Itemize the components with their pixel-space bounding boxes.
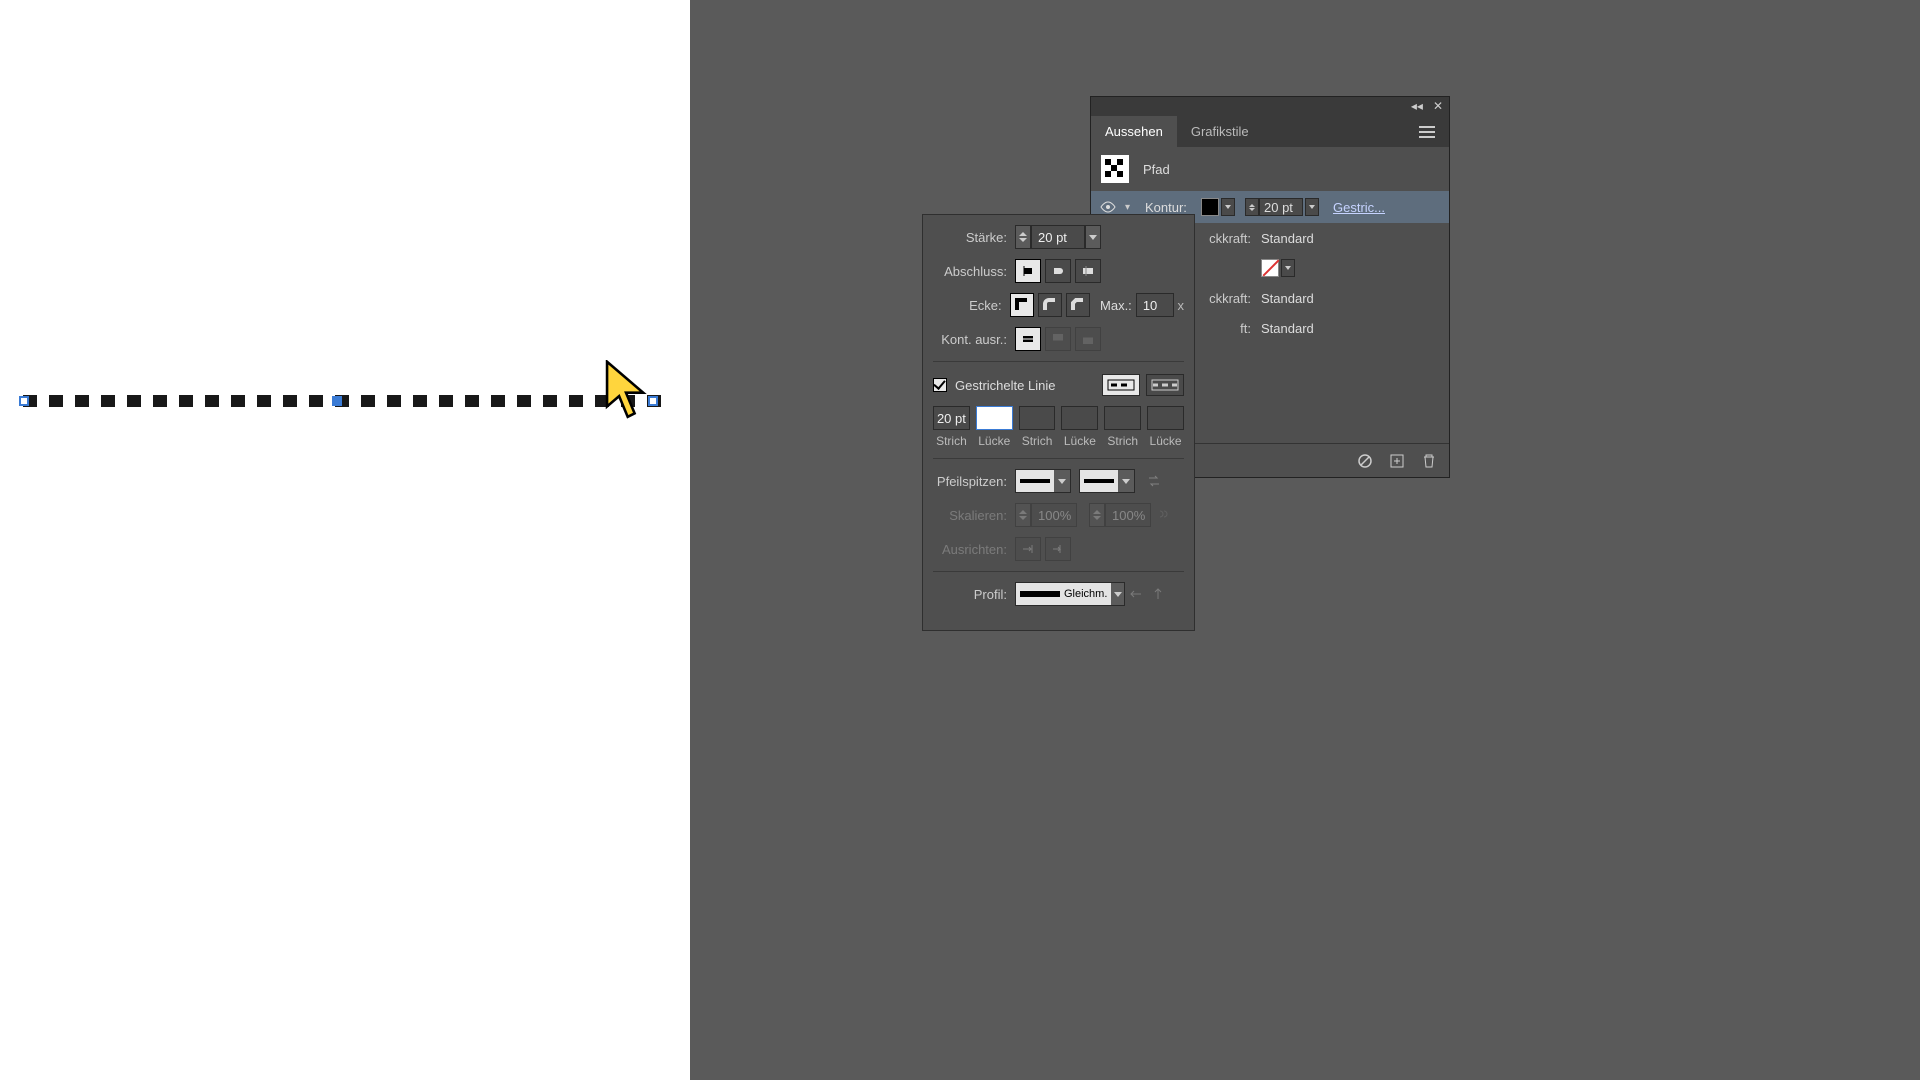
scale-label: Skalieren: bbox=[933, 508, 1015, 523]
corner-bevel-button[interactable] bbox=[1066, 293, 1090, 317]
fill-opacity-value[interactable]: Standard bbox=[1261, 291, 1314, 306]
object-type: Pfad bbox=[1143, 162, 1170, 177]
cap-label: Abschluss: bbox=[933, 264, 1015, 279]
dash-3-caption: Lücke bbox=[1061, 434, 1098, 448]
stroke-weight-stepper[interactable] bbox=[1245, 198, 1259, 216]
scale-b-input: 100% bbox=[1105, 503, 1151, 527]
fold-icon[interactable]: ▾ bbox=[1125, 202, 1139, 213]
scale-a-stepper bbox=[1015, 503, 1031, 527]
tab-appearance[interactable]: Aussehen bbox=[1091, 116, 1177, 147]
anchor-end[interactable] bbox=[648, 396, 658, 406]
weight-dropdown[interactable] bbox=[1085, 225, 1101, 249]
dash-2-input[interactable] bbox=[1019, 406, 1056, 430]
corner-round-button[interactable] bbox=[1038, 293, 1062, 317]
dash-2-caption: Strich bbox=[1019, 434, 1056, 448]
fill-color-dropdown[interactable] bbox=[1281, 259, 1295, 277]
profile-label: Profil: bbox=[933, 587, 1015, 602]
stroke-popup: Stärke: 20 pt Abschluss: Ecke: Max.: 10 … bbox=[922, 214, 1195, 631]
anchor-mid[interactable] bbox=[332, 396, 342, 406]
stroke-label: Kontur: bbox=[1145, 200, 1201, 215]
dash-0-input[interactable]: 20 pt bbox=[933, 406, 970, 430]
tab-graphic-styles[interactable]: Grafikstile bbox=[1177, 116, 1263, 147]
workspace-bg: ◂◂ ✕ Aussehen Grafikstile Pfad ▾ Kontur:… bbox=[690, 0, 1920, 1080]
stroke-color-swatch[interactable] bbox=[1201, 198, 1219, 216]
cap-round-button[interactable] bbox=[1045, 259, 1071, 283]
new-icon[interactable] bbox=[1389, 453, 1405, 469]
dash-0-caption: Strich bbox=[933, 434, 970, 448]
dash-5-input[interactable] bbox=[1147, 406, 1184, 430]
swap-arrowheads-icon[interactable] bbox=[1143, 470, 1165, 492]
dash-4-caption: Strich bbox=[1104, 434, 1141, 448]
align-label: Kont. ausr.: bbox=[933, 332, 1015, 347]
panel-menu-icon[interactable] bbox=[1413, 120, 1441, 147]
anchor-start[interactable] bbox=[19, 396, 29, 406]
corner-miter-button[interactable] bbox=[1010, 293, 1034, 317]
stroke-opacity-label: ckkraft: bbox=[1191, 231, 1261, 246]
miter-x: x bbox=[1178, 298, 1185, 313]
clear-icon[interactable] bbox=[1357, 453, 1373, 469]
stroke-dashed-link[interactable]: Gestric... bbox=[1333, 200, 1385, 215]
dash-inputs: 20 pt Strich Lücke Strich Lücke Strich Lü… bbox=[933, 406, 1184, 448]
profile-select[interactable]: Gleichm. bbox=[1015, 582, 1125, 606]
align-arrow-label: Ausrichten: bbox=[933, 542, 1015, 557]
dash-1-input[interactable] bbox=[976, 406, 1013, 430]
canvas[interactable] bbox=[0, 0, 690, 1080]
trash-icon[interactable] bbox=[1421, 453, 1437, 469]
align-inside-button bbox=[1045, 327, 1071, 351]
stroke-weight-value[interactable]: 20 pt bbox=[1259, 198, 1303, 216]
collapse-icon[interactable]: ◂◂ bbox=[1411, 99, 1423, 113]
link-scale-icon bbox=[1151, 504, 1173, 526]
align-outside-button bbox=[1075, 327, 1101, 351]
arrow-align-extend-button bbox=[1015, 537, 1041, 561]
fill-color-swatch[interactable] bbox=[1261, 259, 1279, 277]
cap-butt-button[interactable] bbox=[1015, 259, 1041, 283]
close-icon[interactable]: ✕ bbox=[1433, 99, 1443, 113]
overall-opacity-label: ft: bbox=[1191, 321, 1261, 336]
arrow-align-end-button bbox=[1045, 537, 1071, 561]
stroke-opacity-value[interactable]: Standard bbox=[1261, 231, 1314, 246]
stroke-weight-dropdown[interactable] bbox=[1305, 198, 1319, 216]
overall-opacity-value[interactable]: Standard bbox=[1261, 321, 1314, 336]
weight-label: Stärke: bbox=[933, 230, 1015, 245]
object-thumbnail bbox=[1101, 155, 1129, 183]
dash-4-input[interactable] bbox=[1104, 406, 1141, 430]
dash-1-caption: Lücke bbox=[976, 434, 1013, 448]
scale-a-input: 100% bbox=[1031, 503, 1077, 527]
miter-input[interactable]: 10 bbox=[1136, 293, 1174, 317]
profile-flip-x-icon bbox=[1125, 583, 1147, 605]
align-center-button[interactable] bbox=[1015, 327, 1041, 351]
weight-input[interactable]: 20 pt bbox=[1031, 225, 1085, 249]
corner-label: Ecke: bbox=[933, 298, 1010, 313]
arrowhead-end-select[interactable] bbox=[1079, 469, 1135, 493]
arrowhead-label: Pfeilspitzen: bbox=[933, 474, 1015, 489]
arrowhead-start-select[interactable] bbox=[1015, 469, 1071, 493]
dash-5-caption: Lücke bbox=[1147, 434, 1184, 448]
cap-projecting-button[interactable] bbox=[1075, 259, 1101, 283]
dash-3-input[interactable] bbox=[1061, 406, 1098, 430]
miter-label: Max.: bbox=[1100, 298, 1132, 313]
scale-b-stepper bbox=[1089, 503, 1105, 527]
profile-flip-y-icon bbox=[1147, 583, 1169, 605]
weight-stepper[interactable] bbox=[1015, 225, 1031, 249]
cursor-icon bbox=[605, 360, 647, 422]
dashed-label: Gestrichelte Linie bbox=[955, 378, 1055, 393]
dashed-checkbox[interactable] bbox=[933, 378, 947, 392]
dash-align-button[interactable] bbox=[1146, 374, 1184, 396]
fill-opacity-label: ckkraft: bbox=[1191, 291, 1261, 306]
stroke-color-dropdown[interactable] bbox=[1221, 198, 1235, 216]
dash-preserve-button[interactable] bbox=[1102, 374, 1140, 396]
visibility-icon[interactable] bbox=[1099, 200, 1117, 214]
